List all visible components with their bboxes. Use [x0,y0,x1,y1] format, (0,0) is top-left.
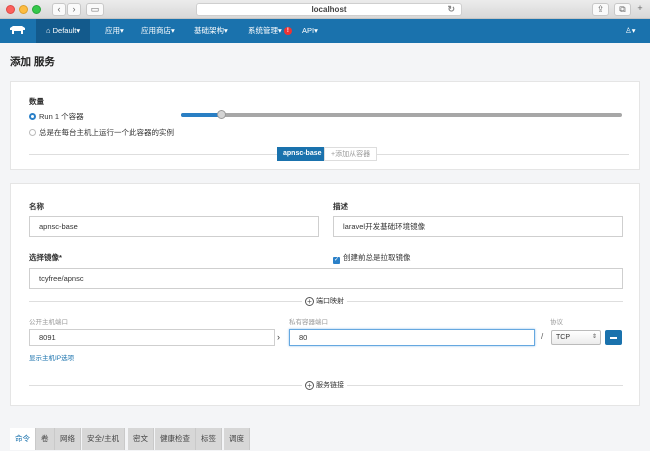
chevron-down-icon: ▾ [76,26,81,35]
environment-switcher[interactable]: ⌂ Default▾ [36,19,91,43]
name-label: 名称 [29,202,44,211]
tabs-icon: ⧉ [619,4,626,14]
show-host-ip-link[interactable]: 显示主机IP选项 [29,352,74,362]
updown-icon: ⇕ [591,334,597,340]
environment-label: Default [52,26,77,35]
tab-health-check[interactable]: 健康检查 [155,428,196,450]
minimize-window-button[interactable] [19,5,28,14]
radio-global[interactable]: 总是在每台主机上运行一个此容器的实例 [29,127,174,138]
radio-unselected-icon [29,129,36,136]
private-port-label: 私有容器端口 [289,319,328,326]
always-pull-label: 创建前总是拉取镜像 [343,253,411,262]
tab-scheduling[interactable]: 调度 [224,428,250,450]
nav-admin-label: 系统管理 [248,26,278,35]
user-icon: ♙ [625,26,632,35]
tab-networking[interactable]: 网络 [55,428,81,450]
description-label: 描述 [333,202,348,211]
nav-infrastructure[interactable]: 基础架构▾ [194,19,228,43]
nav-api-label: API [302,26,315,35]
radio-run-count-label: Run 1 个容器 [39,112,84,121]
add-sidekick-button[interactable]: +添加从容器 [324,147,378,161]
add-service-link-button[interactable]: + 服务链接 [302,380,347,390]
radio-global-label: 总是在每台主机上运行一个此容器的实例 [39,128,174,137]
radio-run-count[interactable]: Run 1 个容器 [29,111,84,122]
nav-admin[interactable]: 系统管理▾ ! [248,19,292,43]
name-input[interactable]: apnsc-base [29,216,319,237]
share-button[interactable]: ⇪ [592,3,609,16]
description-input[interactable]: laravel开发基础环境镜像 [333,216,623,237]
add-circle-icon: + [305,381,314,390]
forward-button[interactable]: › [67,3,81,16]
scale-slider[interactable] [181,110,622,119]
port-separator: / [541,332,544,341]
public-port-input[interactable]: 8091 [29,329,275,346]
chevron-down-icon: ▾ [631,26,636,35]
private-port-input[interactable]: 80 [289,329,535,346]
tab-volumes[interactable]: 卷 [36,428,55,450]
arrow-right-icon: › [277,332,280,342]
user-menu[interactable]: ♙▾ [625,19,636,43]
address-bar[interactable]: localhost ↻ [196,3,462,16]
radio-selected-icon [29,113,36,120]
nav-catalog[interactable]: 应用商店▾ [141,19,175,43]
protocol-label: 协议 [550,319,563,326]
back-button[interactable]: ‹ [52,3,66,16]
container-tab-primary[interactable]: apnsc-base [277,147,328,161]
page-title: 添加 服务 [10,56,55,68]
new-tab-button[interactable]: + [634,3,646,16]
share-icon: ⇪ [596,4,605,14]
scale-label: 数量 [29,97,44,106]
top-navbar: ⌂ Default▾ 应用▾ 应用商店▾ 基础架构▾ 系统管理▾ ! API▾ … [0,19,650,43]
rancher-logo-icon[interactable] [9,25,26,35]
plus-icon: + [637,3,643,13]
chevron-down-icon: ▾ [224,26,228,35]
chevron-down-icon: ▾ [314,26,318,35]
chevron-down-icon: ▾ [120,26,124,35]
service-config-panel: 名称 apnsc-base 描述 laravel开发基础环境镜像 选择镜像* ✓… [10,183,640,406]
nav-apps[interactable]: 应用▾ [105,19,124,43]
alert-badge: ! [283,27,292,35]
sidebar-icon: ▭ [90,4,100,14]
chevron-right-icon: › [72,4,76,14]
add-circle-icon: + [305,297,314,306]
chevron-down-icon: ▾ [171,26,175,35]
checkbox-checked-icon: ✓ [333,257,340,264]
image-input[interactable]: tcyfree/apnsc [29,268,623,289]
sidebar-toggle-button[interactable]: ▭ [86,3,104,16]
tab-security-host[interactable]: 安全/主机 [82,428,126,450]
scale-slider-handle[interactable] [216,110,226,119]
add-port-mapping-button[interactable]: + 端口映射 [302,296,347,306]
nav-infrastructure-label: 基础架构 [194,26,224,35]
tab-secrets[interactable]: 密文 [128,428,154,450]
chevron-left-icon: ‹ [57,4,61,14]
service-link-label: 服务链接 [316,382,344,389]
protocol-select-value: TCP [556,334,570,341]
main-content: 添加 服务 数量 Run 1 个容器 总是在每台主机上运行一个此容器的实例 ap… [0,43,650,451]
chevron-down-icon: ▾ [278,26,282,35]
home-icon: ⌂ [46,26,51,35]
remove-port-button[interactable] [605,330,622,345]
url-text: localhost [311,5,347,14]
always-pull-checkbox[interactable]: ✓ 创建前总是拉取镜像 [333,252,411,264]
tabs-button[interactable]: ⧉ [614,3,631,16]
tab-labels[interactable]: 标签 [196,428,222,450]
browser-titlebar: ‹ › ▭ localhost ↻ ⇪ ⧉ + [0,0,650,19]
nav-catalog-label: 应用商店 [141,26,171,35]
public-port-label: 公开主机端口 [29,319,68,326]
reload-icon[interactable]: ↻ [447,4,455,15]
port-mapping-label: 端口映射 [316,298,344,305]
nav-api[interactable]: API▾ [302,19,318,43]
image-label: 选择镜像* [29,253,62,262]
close-window-button[interactable] [6,5,15,14]
nav-apps-label: 应用 [105,26,120,35]
scale-panel: 数量 Run 1 个容器 总是在每台主机上运行一个此容器的实例 apnsc-ba… [10,81,640,170]
tab-command[interactable]: 命令 [10,428,36,450]
add-sidekick-label: 添加从容器 [335,151,371,158]
protocol-select[interactable]: TCP ⇕ [551,330,601,345]
zoom-window-button[interactable] [32,5,41,14]
scale-slider-fill [181,113,221,117]
